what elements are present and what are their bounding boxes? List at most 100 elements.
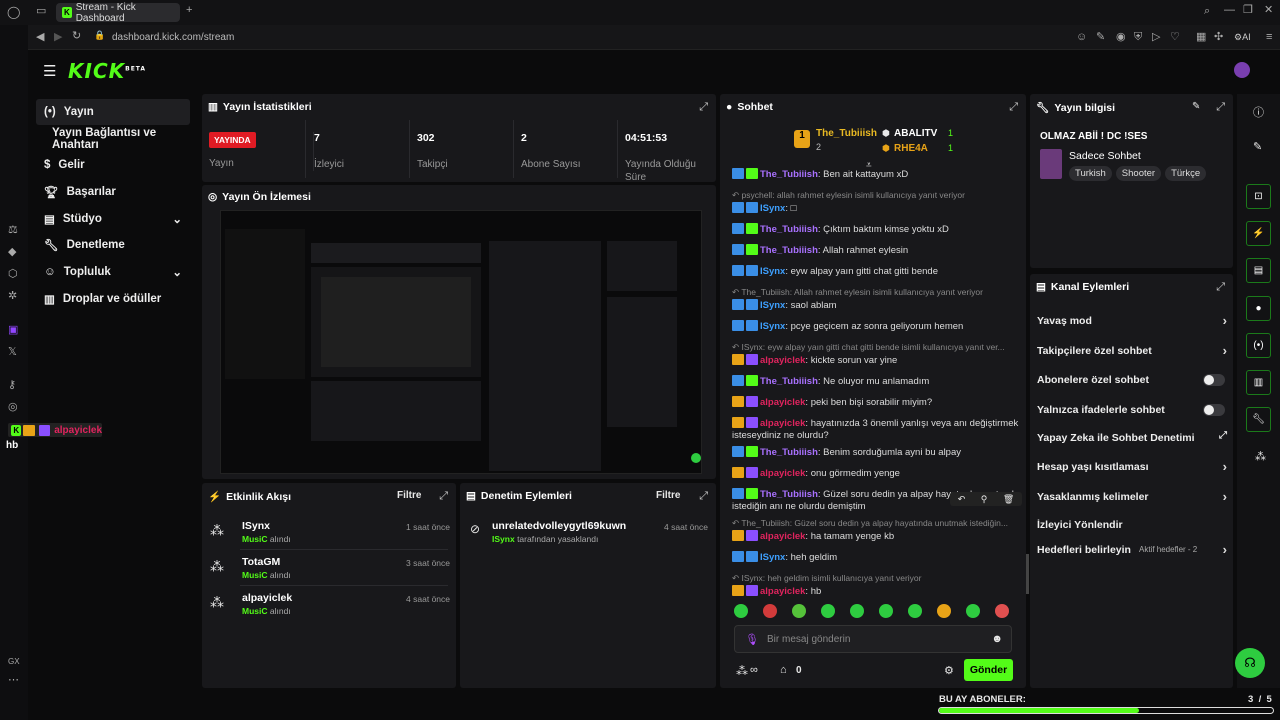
chat-username[interactable]: ISynx — [760, 552, 785, 563]
ext-icon[interactable]: ☺ — [1076, 32, 1087, 43]
chat-username[interactable]: The_Tubiiish — [760, 376, 818, 387]
reply-context[interactable]: ↶ The_Tubiiish: Güzel soru dedin ya alpa… — [732, 517, 1026, 529]
chat-message[interactable]: The_Tubiiish: Çıktım baktım kimse yoktu … — [732, 223, 1026, 236]
nav-item-basarilar[interactable]: 🏆︎ Başarılar — [36, 179, 190, 205]
maximize-icon[interactable]: ❐ — [1243, 5, 1253, 16]
x-icon[interactable]: 𝕏 — [8, 347, 17, 358]
expand-icon[interactable]: ⤢ — [1216, 101, 1225, 114]
emote-icon[interactable] — [937, 604, 951, 618]
channel-action-row[interactable]: İzleyici Yönlendir — [1037, 519, 1227, 535]
ext-icon[interactable]: ✣ — [1214, 32, 1223, 43]
send-button[interactable]: Gönder — [964, 659, 1013, 681]
heart-icon[interactable]: ♡ — [1170, 32, 1180, 43]
gift-icon[interactable]: ⁂ — [736, 664, 748, 678]
store-icon[interactable]: ⌂ — [780, 664, 787, 676]
chat-username[interactable]: alpayiclek — [760, 586, 805, 597]
delete-icon[interactable]: 🗑︎ — [1003, 494, 1014, 505]
chat-username[interactable]: ISynx — [760, 321, 785, 332]
chat-username[interactable]: The_Tubiiish — [760, 224, 818, 235]
chat-username[interactable]: alpayiclek — [760, 468, 805, 479]
chat-username[interactable]: The_Tubiiish — [760, 489, 818, 500]
emote-icon[interactable] — [908, 604, 922, 618]
sidebar-app-icon[interactable]: ◎ — [8, 402, 18, 413]
channel-action-row[interactable]: Takipçilere özel sohbet › — [1037, 343, 1227, 361]
expand-icon[interactable]: ⤢ — [1216, 281, 1225, 294]
nav-item-droplar[interactable]: ▥ Droplar ve ödüller — [36, 286, 190, 312]
reply-context[interactable]: ↶ psychell: allah rahmet eylesin isimli … — [732, 189, 1026, 201]
expand-icon[interactable]: ⤢ — [1009, 101, 1018, 114]
chat-message[interactable]: ISynx: □ — [732, 202, 1026, 215]
reply-context[interactable]: ↶ The_Tubiiish: Allah rahmet eylesin isi… — [732, 286, 1026, 298]
emote-icon[interactable] — [763, 604, 777, 618]
camera-icon[interactable]: ◉ — [1116, 32, 1126, 43]
pin-icon[interactable]: ✎ — [1096, 32, 1105, 43]
expand-icon[interactable]: ⤢ — [699, 490, 708, 503]
search-icon[interactable]: ⌕ — [1204, 6, 1210, 17]
opera-icon[interactable]: ◯ — [7, 6, 20, 18]
reply-context[interactable]: ↶ ISynx: eyw alpay yaın gitti chat gitti… — [732, 341, 1026, 353]
toggle-switch[interactable] — [1203, 374, 1225, 386]
reply-icon[interactable]: ↶ — [958, 494, 966, 505]
chat-message[interactable]: The_Tubiiish: Ben ait kattayum xD — [732, 168, 1026, 181]
chat-message[interactable]: The_Tubiiish: Ne oluyor mu anlamadım — [732, 375, 1026, 388]
list-item[interactable]: ⁂ alpayiclek MusiC alındı 4 saat önce — [210, 592, 450, 626]
toolbar-button[interactable]: 🔧︎ — [1246, 407, 1271, 432]
toggle-switch[interactable] — [1203, 403, 1225, 416]
support-button[interactable]: ☊ — [1235, 648, 1265, 678]
chat-message[interactable]: alpayiclek: onu görmedim yenge — [732, 467, 1026, 480]
sidebar-app-icon[interactable]: ✲ — [8, 291, 17, 302]
settings-gear-icon[interactable]: ⚙ — [944, 664, 954, 677]
expand-icon[interactable]: ⤢ — [439, 490, 448, 503]
nav-item-denetleme[interactable]: 🔧︎ Denetleme — [36, 232, 190, 258]
moderation-filter-button[interactable]: Filtre — [656, 490, 680, 501]
gift-icon[interactable]: ⁂ — [1255, 450, 1266, 463]
emote-icon[interactable] — [879, 604, 893, 618]
nav-item-topluluk[interactable]: ☺ Topluluk ⌄ — [36, 259, 190, 285]
more-icon[interactable]: ⋯ — [8, 675, 19, 686]
new-tab-icon[interactable]: + — [186, 5, 192, 16]
close-icon[interactable]: ✕ — [1264, 5, 1273, 16]
pin-icon[interactable]: ⚲ — [981, 494, 988, 505]
stream-preview-video[interactable] — [220, 210, 702, 474]
toolbar-button[interactable]: ⚡ — [1246, 221, 1271, 246]
channel-action-row[interactable]: Yapay Zeka ile Sohbet Denetimi ⤢ — [1037, 430, 1227, 448]
ext-icon[interactable]: ▦ — [1196, 32, 1206, 43]
tab-list-icon[interactable]: ▭ — [36, 6, 46, 17]
shield-icon[interactable]: ⛨ — [1134, 32, 1142, 43]
toolbar-button[interactable]: ⊡ — [1246, 184, 1271, 209]
edit-icon[interactable]: ✎ — [1192, 101, 1200, 112]
sidebar-app-icon[interactable]: ◆ — [8, 247, 16, 258]
back-icon[interactable]: ◀ — [36, 32, 44, 43]
url-field[interactable]: dashboard.kick.com/stream — [112, 32, 234, 43]
toolbar-button[interactable]: ▥ — [1246, 370, 1271, 395]
toolbar-button[interactable]: ● — [1246, 296, 1271, 321]
chat-message[interactable]: ISynx: pcye geçicem az sonra geliyorum h… — [732, 320, 1026, 333]
chat-username[interactable]: ISynx — [760, 266, 785, 277]
list-item[interactable]: ⊘ unrelatedvolleygytl69kuwn ISynx tarafı… — [470, 520, 708, 554]
activity-filter-button[interactable]: Filtre — [397, 490, 421, 501]
channel-action-row[interactable]: Yalnızca ifadelerle sohbet — [1037, 403, 1227, 420]
chat-username[interactable]: alpayiclek — [760, 531, 805, 542]
info-icon[interactable]: ⓘ — [1253, 104, 1264, 120]
chat-username[interactable]: ISynx — [760, 203, 785, 214]
nav-item-yayin[interactable]: (•) Yayın — [36, 99, 190, 125]
ai-button[interactable]: ⚙AI — [1234, 32, 1251, 43]
chat-message[interactable]: alpayiclek: ha tamam yenge kb — [732, 530, 1026, 543]
mic-icon[interactable]: 🎙︎ — [745, 633, 759, 646]
chat-message[interactable]: The_Tubiiish: Allah rahmet eylesin — [732, 244, 1026, 257]
avatar[interactable] — [1234, 62, 1250, 78]
twitch-icon[interactable]: ▣ — [8, 325, 18, 336]
sidebar-app-icon[interactable]: ⬡ — [8, 269, 18, 280]
emoji-icon[interactable]: ☻ — [991, 633, 1003, 645]
chat-username[interactable]: The_Tubiiish — [760, 447, 818, 458]
chat-username[interactable]: The_Tubiiish — [760, 169, 818, 180]
toolbar-button[interactable]: ▤ — [1246, 258, 1271, 283]
chat-message[interactable]: alpayiclek: kickte sorun var yine — [732, 354, 1026, 367]
chat-input[interactable]: 🎙︎ Bir mesaj gönderin ☻ — [734, 625, 1012, 653]
nav-item-gelir[interactable]: $ Gelir — [36, 152, 190, 178]
chat-message[interactable]: The_Tubiiish: Benim sorduğumla ayni bu a… — [732, 446, 1026, 459]
toolbar-button[interactable]: (•) — [1246, 333, 1271, 358]
emote-icon[interactable] — [966, 604, 980, 618]
forward-icon[interactable]: ▶ — [54, 32, 62, 43]
minimize-icon[interactable]: — — [1224, 5, 1235, 16]
